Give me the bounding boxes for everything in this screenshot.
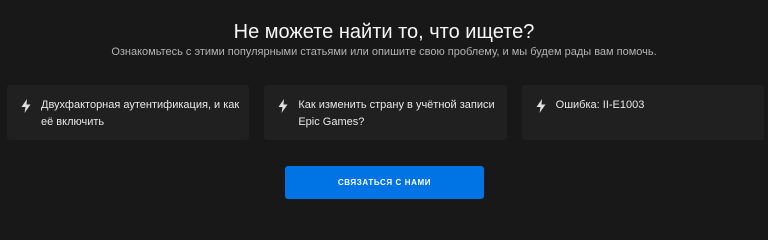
article-card-error-code[interactable]: Ошибка: II-E1003: [521, 85, 764, 140]
section-subtitle: Ознакомьтесь с этими популярными статьям…: [111, 46, 657, 58]
article-card-change-country[interactable]: Как изменить страну в учётной записи Epi…: [264, 85, 507, 140]
popular-articles-list: Двухфакторная аутентификация, и как её в…: [7, 85, 764, 140]
help-section: Не можете найти то, что ищете? Ознакомьт…: [0, 0, 768, 215]
lightning-bolt-icon: [536, 99, 546, 113]
lightning-bolt-icon: [21, 99, 31, 113]
contact-us-button[interactable]: СВЯЗАТЬСЯ С НАМИ: [285, 166, 484, 199]
article-card-label: Ошибка: II-E1003: [555, 99, 645, 111]
article-card-label: Как изменить страну в учётной записи Epi…: [298, 99, 495, 128]
article-card-two-factor[interactable]: Двухфакторная аутентификация, и как её в…: [7, 85, 250, 140]
lightning-bolt-icon: [278, 99, 288, 113]
section-title: Не можете найти то, что ищете?: [233, 21, 535, 43]
article-card-label: Двухфакторная аутентификация, и как её в…: [41, 99, 240, 128]
